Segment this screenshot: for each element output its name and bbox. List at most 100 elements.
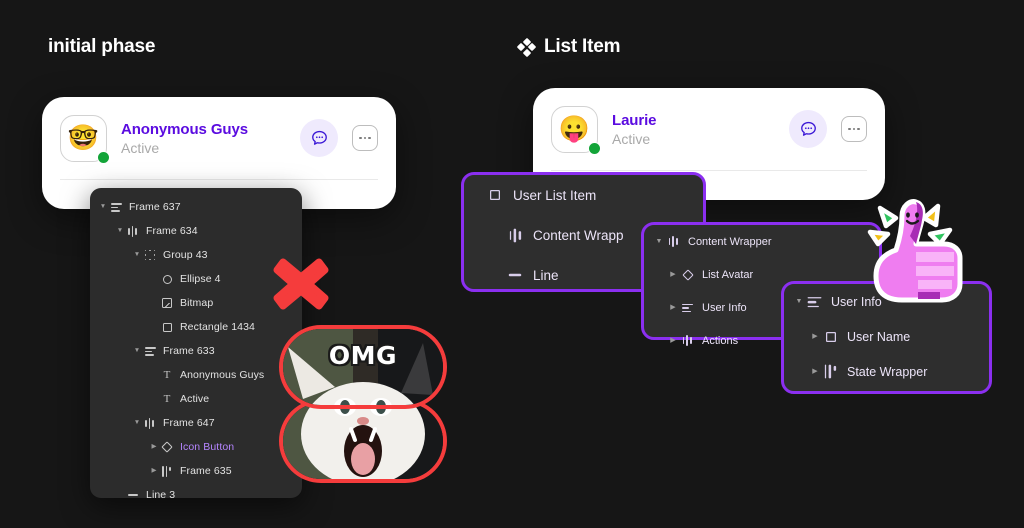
align-icon: [144, 346, 156, 357]
layer-row[interactable]: Ellipse 4: [90, 267, 302, 291]
layer-label: Active: [180, 393, 210, 405]
layer-label: Frame 634: [146, 225, 198, 237]
group-icon: [144, 249, 156, 261]
line-icon: [128, 494, 138, 496]
chat-bubble-icon: [311, 130, 327, 145]
user-status: Active: [612, 130, 651, 147]
layer-label: Frame 635: [180, 465, 232, 477]
rectangle-icon: [162, 322, 172, 332]
component-set-icon: [516, 37, 537, 57]
bars-icon: [145, 417, 156, 429]
chevron-right-icon[interactable]: [666, 337, 680, 344]
layer-row[interactable]: Group 43: [90, 243, 302, 267]
diamond-icon: [490, 190, 500, 200]
user-name: Anonymous Guys: [121, 120, 248, 138]
layer-icon: [125, 494, 141, 496]
presence-indicator: [97, 150, 110, 164]
chevron-down-icon[interactable]: [132, 252, 142, 259]
bars-icon: [668, 236, 679, 247]
layer-icon: [142, 346, 158, 357]
presence-indicator: [588, 141, 601, 155]
chevron-down-icon[interactable]: [792, 298, 806, 305]
avatar: 🤓: [60, 114, 110, 164]
layer-icon: [142, 249, 158, 261]
canvas: initial phase List Item 🤓 Anonymous Guys…: [0, 0, 1024, 528]
ellipsis-icon: [847, 127, 861, 131]
chevron-right-icon[interactable]: [149, 468, 159, 475]
layer-label: Frame 637: [129, 201, 181, 213]
card-row: 😛 Laurie Active: [533, 88, 885, 170]
user-status: Active: [121, 139, 160, 156]
omg-cat-sticker: OMG: [279, 325, 447, 483]
layer-label: User Name: [847, 329, 911, 344]
layer-row[interactable]: Line 3: [90, 483, 302, 507]
chevron-right-icon[interactable]: [149, 444, 159, 451]
chat-button[interactable]: [300, 119, 338, 157]
ellipsis-icon: [358, 136, 372, 140]
chevron-right-icon[interactable]: [666, 304, 680, 311]
layer-row[interactable]: Frame 634: [90, 219, 302, 243]
layer-label: Bitmap: [180, 297, 214, 309]
layer-row[interactable]: Frame 647: [90, 411, 302, 435]
chevron-down-icon[interactable]: [98, 204, 108, 211]
layer-label: State Wrapper: [847, 364, 928, 379]
layer-row[interactable]: Content Wrapper: [644, 225, 879, 258]
chevron-down-icon[interactable]: [132, 420, 142, 427]
more-options-button[interactable]: [352, 125, 378, 151]
user-name: Laurie: [612, 111, 657, 129]
section-heading-left: initial phase: [48, 36, 155, 58]
layer-row[interactable]: Rectangle 1434: [90, 315, 302, 339]
layer-row[interactable]: State Wrapper: [784, 354, 989, 389]
layer-icon: [822, 331, 839, 342]
layer-row[interactable]: T Active: [90, 387, 302, 411]
text-icon: T: [163, 392, 171, 405]
layer-row[interactable]: User List Item: [464, 175, 703, 215]
bars2-icon: [162, 465, 173, 477]
ellipse-icon: [162, 274, 172, 284]
pink-thumbs-up-sticker: [867, 199, 963, 303]
layer-row[interactable]: Icon Button: [90, 435, 302, 459]
layer-label: Line: [533, 267, 559, 283]
user-info: Anonymous Guys Active: [121, 121, 248, 156]
layer-row[interactable]: Bitmap: [90, 291, 302, 315]
chevron-right-icon[interactable]: [666, 271, 680, 278]
chat-bubble-icon: [800, 121, 816, 136]
align-icon: [682, 302, 693, 313]
layers-panel[interactable]: Frame 637 Frame 634 Group 43 Ellipse 4 Bitma…: [90, 188, 302, 501]
layer-label: Content Wrapp: [533, 227, 624, 243]
layer-row[interactable]: Frame 637: [90, 195, 302, 219]
layer-icon: [806, 295, 823, 309]
chevron-down-icon[interactable]: [652, 238, 666, 245]
chat-button[interactable]: [789, 110, 827, 148]
layer-row[interactable]: T Anonymous Guys: [90, 363, 302, 387]
text-icon: T: [163, 368, 171, 381]
cat-image-top: OMG: [279, 325, 447, 409]
chevron-down-icon[interactable]: [115, 228, 125, 235]
layer-icon: [506, 274, 524, 276]
layer-label: Ellipse 4: [180, 273, 221, 285]
layer-row[interactable]: User Name: [784, 319, 989, 354]
layer-icon: [159, 465, 175, 477]
chevron-right-icon[interactable]: [808, 333, 822, 340]
layer-icon: T: [159, 368, 175, 381]
user-info: Laurie Active: [612, 111, 657, 147]
bars-icon: [128, 225, 139, 237]
layer-icon: [159, 441, 175, 453]
line-icon: [508, 274, 522, 276]
layer-label: List Avatar: [702, 268, 754, 281]
layer-icon: [822, 364, 839, 379]
chevron-right-icon[interactable]: [808, 368, 822, 375]
more-options-button[interactable]: [841, 116, 867, 142]
chevron-down-icon[interactable]: [132, 348, 142, 355]
layer-label: Frame 633: [163, 345, 215, 357]
align-icon: [807, 295, 822, 309]
cat-photo: [283, 403, 443, 479]
card-row: 🤓 Anonymous Guys Active: [42, 97, 396, 179]
diamond-icon: [825, 331, 836, 342]
layer-row[interactable]: Frame 633: [90, 339, 302, 363]
red-x-sticker: [273, 258, 329, 310]
layer-icon: [680, 302, 695, 313]
layer-row[interactable]: Frame 635: [90, 459, 302, 483]
layer-icon: [159, 298, 175, 308]
layer-icon: [680, 335, 695, 346]
